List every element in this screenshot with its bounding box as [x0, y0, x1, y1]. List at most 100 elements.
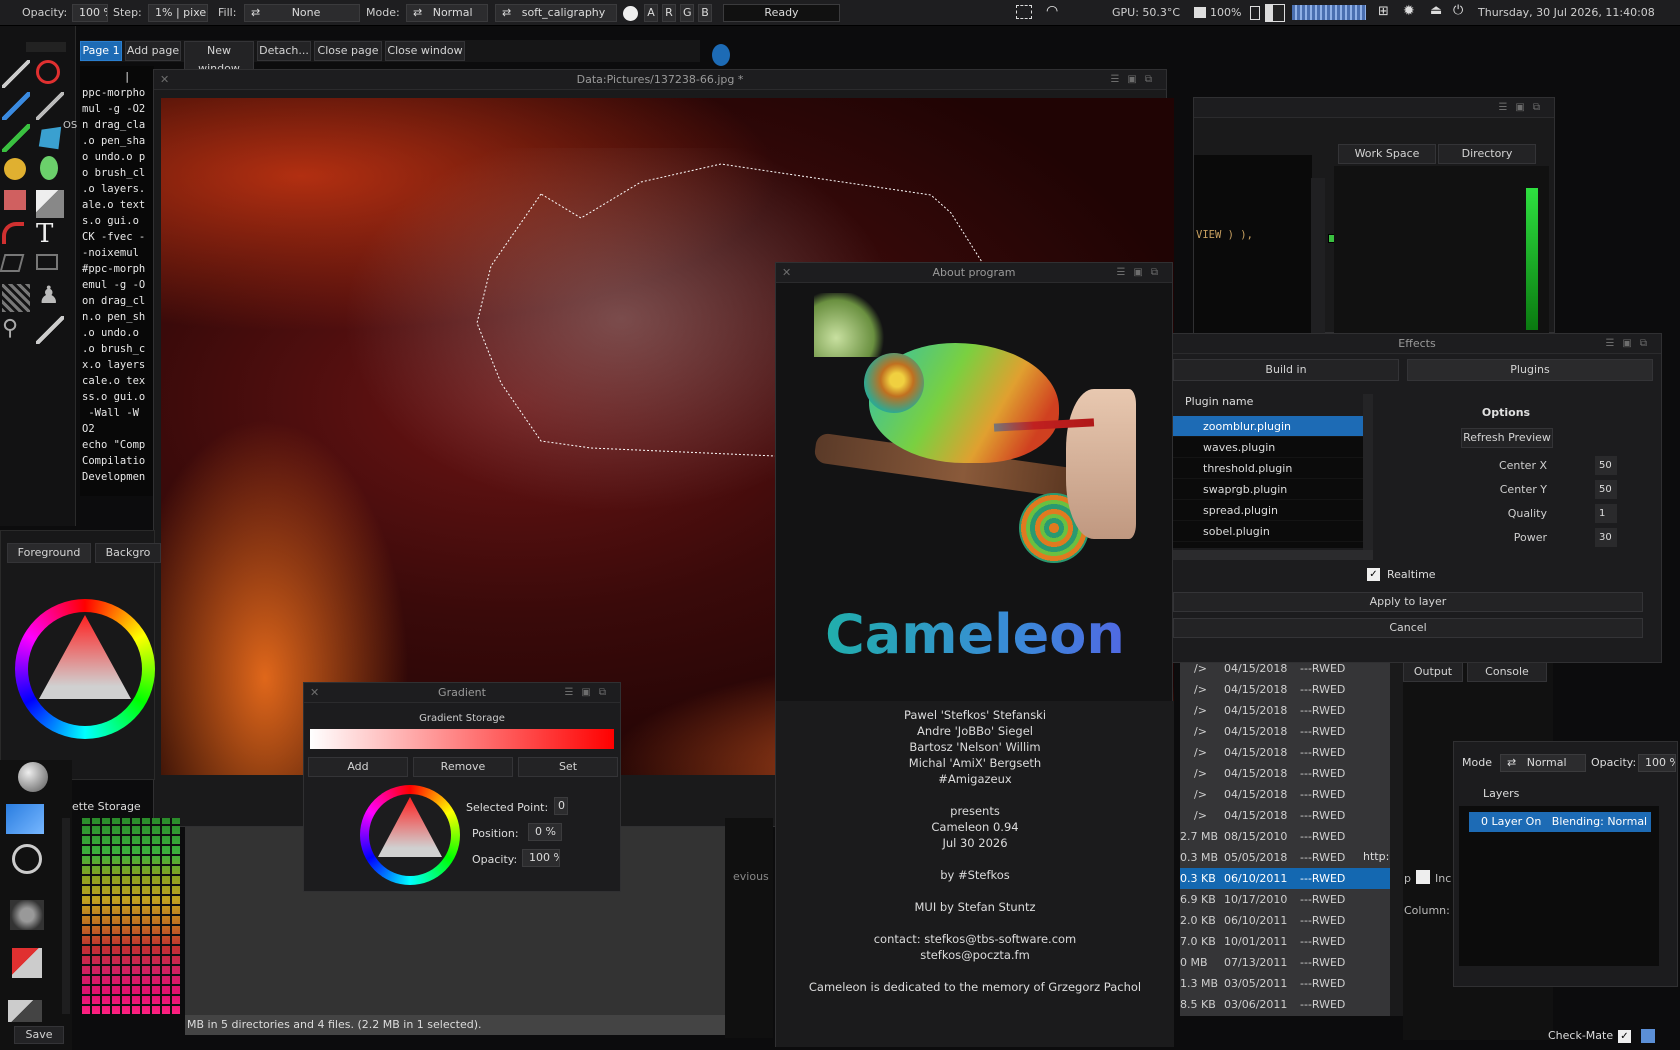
polygon-icon[interactable] [38, 126, 62, 150]
inc-checkbox[interactable] [1416, 870, 1430, 884]
eyedropper-icon[interactable]: ⚲ [2, 316, 30, 344]
tab-build-in[interactable]: Build in [1173, 359, 1399, 381]
step-field[interactable]: 1% | pixel [148, 4, 208, 22]
wifi-icon[interactable]: ◠ [1046, 3, 1058, 19]
tab-output[interactable]: Output [1403, 662, 1463, 682]
power-icon[interactable]: ⏻ [1453, 3, 1463, 18]
workspace-titlebar[interactable]: ☰▣⧉ [1194, 98, 1554, 118]
plugin-scrollbar[interactable] [1363, 394, 1373, 552]
file-row[interactable]: /> 04/15/2018 ---RWED [1180, 700, 1390, 721]
file-row[interactable]: /> 04/15/2018 ---RWED [1180, 679, 1390, 700]
stamp-icon[interactable]: ♟ [38, 282, 66, 310]
close-icon[interactable]: ✕ [310, 683, 319, 703]
brush-shape-icon[interactable] [623, 6, 638, 21]
gradient-titlebar[interactable]: ✕ Gradient ☰▣⧉ [304, 683, 620, 703]
channel-a[interactable]: A [644, 4, 658, 22]
about-titlebar[interactable]: ✕ About program ☰▣⧉ [776, 263, 1172, 283]
sun-icon[interactable]: ✹ [1403, 3, 1415, 19]
plugin-item[interactable]: zoomblur.plugin [1173, 416, 1363, 437]
add-point-button[interactable]: Add [308, 757, 408, 777]
screen-grab-icon[interactable] [1016, 5, 1032, 19]
pattern-icon[interactable] [2, 284, 30, 312]
page-1-tab[interactable]: Page 1 [80, 41, 122, 61]
plugin-item[interactable]: sobel.plugin [1173, 521, 1363, 542]
globe-icon[interactable] [18, 762, 48, 792]
file-row[interactable]: /> 04/15/2018 ---RWED [1180, 721, 1390, 742]
layer-opacity-field[interactable]: 100 % [1638, 754, 1676, 772]
file-row[interactable]: /> 04/15/2018 ---RWED [1180, 763, 1390, 784]
magnifier-icon[interactable] [12, 844, 42, 874]
detach-button[interactable]: Detach... [257, 41, 311, 61]
option-value-field[interactable]: 50 [1595, 480, 1617, 499]
brush-icon[interactable] [2, 92, 30, 120]
cancel-button[interactable]: Cancel [1173, 618, 1643, 638]
plugin-item[interactable]: threshold.plugin [1173, 458, 1363, 479]
file-row[interactable]: 2.0 KB 06/10/2011 ---RWED [1180, 910, 1390, 931]
tab-plugins[interactable]: Plugins [1407, 359, 1653, 381]
layer-mode-cycle[interactable]: ⇄ Normal [1500, 754, 1586, 772]
refresh-preview-button[interactable]: Refresh Preview [1461, 428, 1553, 448]
notepad-icon[interactable] [1641, 1029, 1655, 1043]
scrollbar[interactable] [1311, 178, 1325, 333]
channel-b[interactable]: B [698, 4, 712, 22]
window-controls-icon[interactable]: ☰▣⧉ [1605, 334, 1655, 354]
add-page-button[interactable]: Add page [125, 41, 181, 61]
close-icon[interactable]: ✕ [160, 70, 169, 90]
rectangle-icon[interactable] [4, 190, 26, 210]
text-icon[interactable]: T [36, 220, 64, 248]
circle-icon[interactable] [4, 158, 26, 180]
file-row[interactable]: 8.5 KB 03/06/2011 ---RWED [1180, 994, 1390, 1015]
set-point-button[interactable]: Set [518, 757, 618, 777]
effects-titlebar[interactable]: Effects ☰▣⧉ [1173, 334, 1661, 354]
gradient-opacity-field[interactable]: 100 % [522, 849, 560, 867]
window-controls-icon[interactable]: ☰▣⧉ [1116, 263, 1166, 283]
palette-grid[interactable] [82, 818, 180, 1014]
screens-icon[interactable] [1250, 6, 1260, 20]
tab-foreground[interactable]: Foreground [7, 543, 91, 563]
opacity-field[interactable]: 100 % [72, 4, 108, 22]
file-row[interactable]: /> 04/15/2018 ---RWED [1180, 742, 1390, 763]
file-row[interactable]: 7.0 KB 10/01/2011 ---RWED [1180, 931, 1390, 952]
window-controls-icon[interactable]: ☰▣⧉ [1498, 98, 1548, 118]
position-field[interactable]: 0 % [528, 823, 562, 841]
close-icon[interactable]: ✕ [782, 263, 791, 283]
hue-wheel[interactable] [15, 599, 155, 739]
plugin-item[interactable]: spread.plugin [1173, 500, 1363, 521]
window-icon[interactable] [1265, 4, 1285, 22]
curve-icon[interactable] [2, 222, 24, 244]
selection-icon[interactable] [36, 254, 58, 270]
channel-r[interactable]: R [662, 4, 676, 22]
tab-directory[interactable]: Directory [1438, 144, 1536, 164]
film-reel-icon[interactable] [10, 900, 44, 930]
eraser-icon[interactable] [36, 316, 64, 344]
paint-bucket-icon[interactable] [6, 804, 44, 834]
tab-background[interactable]: Backgro [95, 543, 161, 563]
file-row[interactable]: 0 MB 07/13/2011 ---RWED [1180, 952, 1390, 973]
selected-point-field[interactable]: 0 [554, 797, 568, 815]
option-value-field[interactable]: 1 [1595, 504, 1617, 523]
file-row[interactable]: 2.7 MB 08/15/2010 ---RWED [1180, 826, 1390, 847]
file-row[interactable]: 0.3 MB 05/05/2018 ---RWED [1180, 847, 1390, 868]
ellipse-icon[interactable] [40, 156, 58, 180]
file-row[interactable]: 0.3 KB 06/10/2011 ---RWED [1180, 868, 1390, 889]
plugin-hscroll[interactable] [1173, 550, 1373, 560]
channel-g[interactable]: G [680, 4, 694, 22]
tab-console[interactable]: Console [1467, 662, 1547, 682]
checkmate-checkbox[interactable]: ✓ [1618, 1030, 1631, 1043]
file-row[interactable]: /> 04/15/2018 ---RWED [1180, 784, 1390, 805]
gradient-hue-wheel[interactable] [360, 785, 460, 885]
close-window-button[interactable]: Close window [385, 41, 465, 61]
fill-icon[interactable] [36, 190, 64, 218]
fill-cycle[interactable]: ⇄ None [244, 4, 360, 22]
plugin-item[interactable]: swaprgb.plugin [1173, 479, 1363, 500]
remove-point-button[interactable]: Remove [413, 757, 513, 777]
close-page-button[interactable]: Close page [314, 41, 382, 61]
palette-scrollbar[interactable] [62, 818, 70, 1014]
wrench-icon[interactable] [8, 1000, 42, 1022]
mode-cycle[interactable]: ⇄ Normal [406, 4, 488, 22]
canvas-window-titlebar[interactable]: ✕ Data:Pictures/137238-66.jpg * ☰▣⧉ [154, 70, 1166, 90]
realtime-checkbox[interactable]: ✓ [1367, 568, 1380, 581]
tools-icon[interactable] [12, 948, 42, 978]
gradient-bar[interactable] [310, 729, 614, 749]
network-icon[interactable]: ⊞ [1378, 4, 1389, 19]
